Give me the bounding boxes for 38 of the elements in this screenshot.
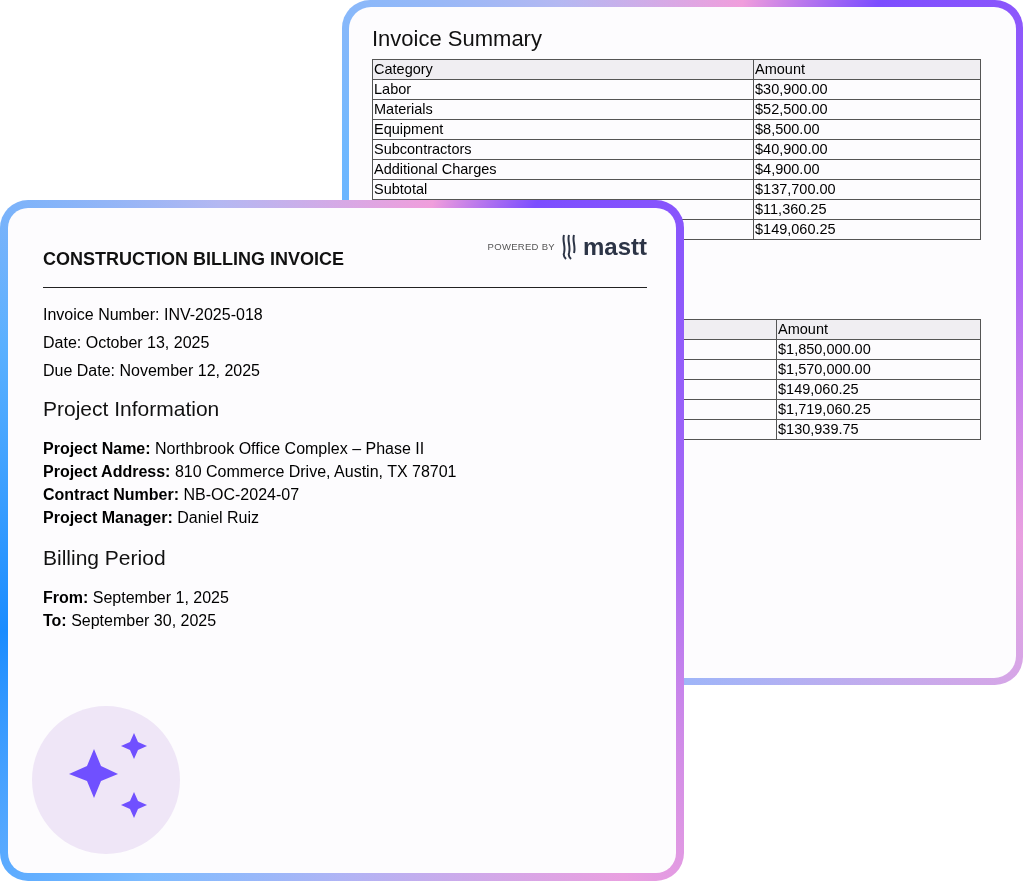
field-line: Project Manager: Daniel Ruiz <box>43 508 261 528</box>
table-cell: Subtotal <box>372 179 754 200</box>
table-cell: $4,900.00 <box>753 159 981 180</box>
table-cell: $137,700.00 <box>753 179 981 200</box>
table-cell: $1,570,000.00 <box>776 359 981 380</box>
table-cell: $149,060.25 <box>776 379 981 400</box>
field-line: Project Name: Northbrook Office Complex – Phase II <box>43 439 426 459</box>
table-cell: $8,500.00 <box>753 119 981 140</box>
section-heading: Billing Period <box>43 544 167 571</box>
column-header: Category <box>372 59 754 80</box>
section-heading: Project Information <box>43 396 221 422</box>
table-cell: $30,900.00 <box>753 79 981 100</box>
table-cell: $130,939.75 <box>776 419 981 440</box>
table-cell: $1,850,000.00 <box>776 339 981 360</box>
field-line: Contract Number: NB-OC-2024-07 <box>43 485 301 505</box>
table-cell: $149,060.25 <box>753 219 981 240</box>
brand-wordmark: mastt <box>582 234 647 260</box>
table-cell: $52,500.00 <box>753 99 981 120</box>
column-header: Amount <box>753 59 981 80</box>
column-header: Amount <box>776 319 981 340</box>
document-title: CONSTRUCTION BILLING INVOICE <box>43 248 344 271</box>
table-cell: Labor <box>372 79 754 100</box>
table-cell: Subcontractors <box>372 139 754 160</box>
invoice-detail: Date: October 13, 2025 <box>43 333 211 353</box>
table-cell: $1,719,060.25 <box>776 399 981 420</box>
table-cell: Equipment <box>372 119 754 140</box>
field-line: From: September 1, 2025 <box>43 587 230 608</box>
table-cell: Materials <box>372 99 754 120</box>
powered-by-label: POWERED BY <box>487 239 555 254</box>
invoice-detail: Invoice Number: INV-2025-018 <box>43 305 264 325</box>
table-cell: Additional Charges <box>372 159 754 180</box>
page-heading: Invoice Summary <box>372 26 543 52</box>
field-line: To: September 30, 2025 <box>43 610 218 631</box>
wave-lines-icon <box>560 234 577 260</box>
table-cell: $11,360.25 <box>753 199 981 220</box>
invoice-detail: Due Date: November 12, 2025 <box>43 361 261 381</box>
field-line: Project Address: 810 Commerce Drive, Austin, TX 78701 <box>43 462 458 482</box>
table-cell: $40,900.00 <box>753 139 981 160</box>
